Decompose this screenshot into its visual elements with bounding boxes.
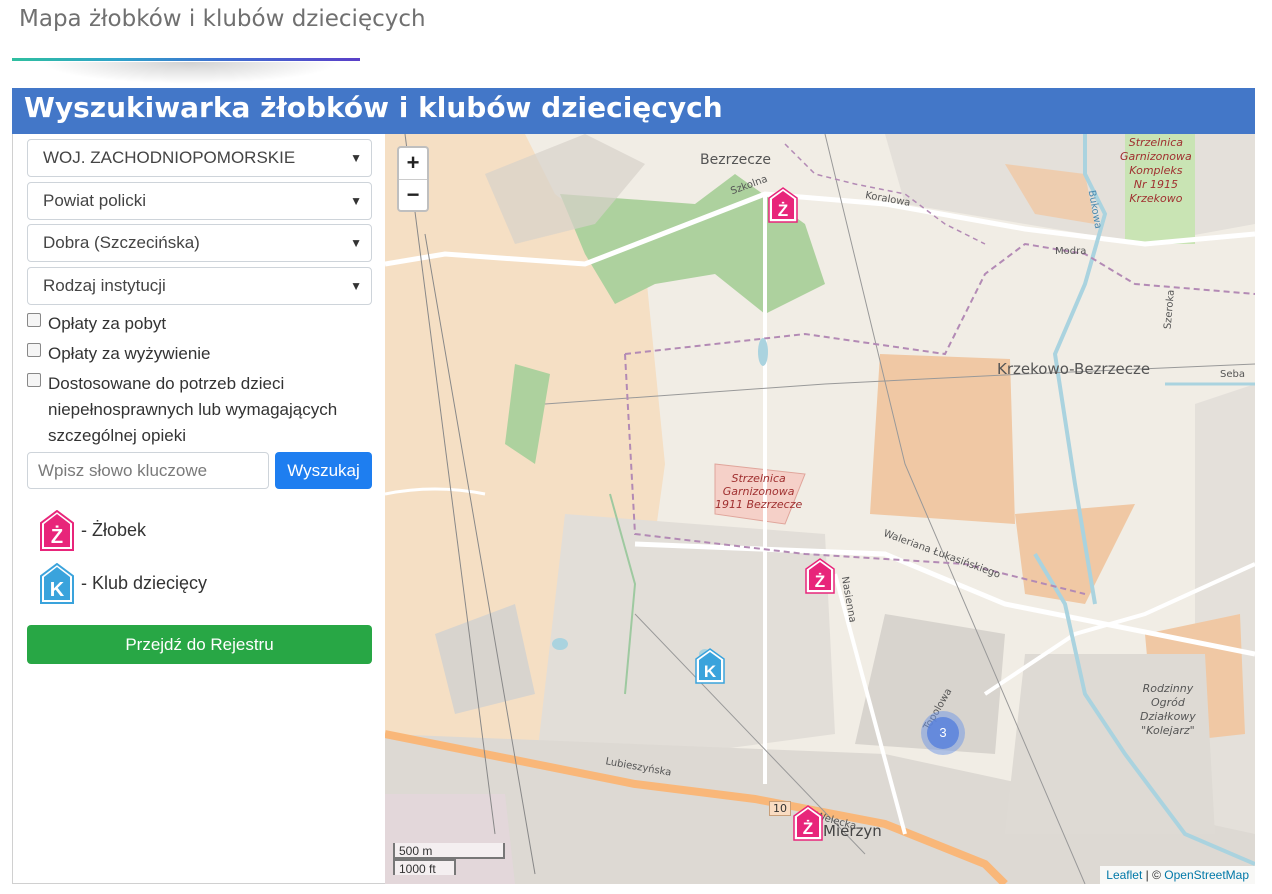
dropdown-arrow-icon: ▼ [350,151,362,165]
disability-label: Dostosowane do potrzeb dzieci niepełnosp… [48,374,338,445]
nursery-map-marker[interactable]: Ż [805,558,835,594]
search-button[interactable]: Wyszukaj [275,452,372,489]
county-value: Powiat policki [43,191,146,210]
nursery-marker-icon: Ż [768,187,798,223]
municipality-value: Dobra (Szczecińska) [43,233,200,252]
map-label-line: Strzelnica [1128,136,1183,149]
map-label-line: Nr 1915 [1133,178,1178,191]
zoom-out-button[interactable]: − [399,180,427,211]
search-header: Wyszukiwarka żłobków i klubów dziecięcyc… [12,88,1255,134]
marker-cluster[interactable]: 3 [921,711,965,755]
food-fees-checkbox[interactable] [27,343,41,357]
zoom-in-button[interactable]: + [399,148,427,180]
stay-fees-label: Opłaty za pobyt [48,314,167,333]
map-label-strzelnica-krzekowo: Strzelnica Garnizonowa Kompleks Nr 1915 … [1120,136,1192,206]
marker-letter: Ż [815,572,825,591]
zoom-control: + − [397,146,429,212]
club-legend-label: - Klub dziecięcy [81,573,208,593]
street-label-seba: Seba [1220,369,1245,380]
search-header-title: Wyszukiwarka żłobków i klubów dziecięcyc… [24,91,723,124]
map-label-line: 1911 Bezrzecze [715,498,803,511]
nursery-map-marker[interactable]: Ż [768,187,798,223]
street-label-modra: Modra [1055,246,1087,257]
marker-letter: K [704,662,717,681]
voivodeship-value: WOJ. ZACHODNIOPOMORSKIE [43,148,296,167]
marker-letter: Ż [778,201,788,220]
road-number-badge: 10 [769,801,791,816]
nursery-legend-letter: Ż [51,525,63,548]
map-label-line: Działkowy [1140,710,1196,723]
title-underline [12,58,360,61]
institution-type-select[interactable]: Rodzaj instytucji ▼ [27,267,372,305]
map-label-line: Strzelnica [731,472,786,485]
title-shadow [40,62,340,84]
municipality-select[interactable]: Dobra (Szczecińska) ▼ [27,224,372,262]
map-scale: 500 m 1000 ft [393,843,505,876]
attribution-separator: | © [1142,868,1165,882]
map-label-line: "Kolejarz" [1141,724,1195,737]
nursery-marker-icon: Ż [40,510,74,551]
food-fees-label: Opłaty za wyżywienie [48,344,211,363]
scale-imperial: 1000 ft [393,859,456,876]
map-tiles [385,134,1255,884]
map-label-line: Garnizonowa [1120,150,1192,163]
map-label-ogrod: Rodzinny Ogród Działkowy "Kolejarz" [1140,682,1196,738]
registry-button[interactable]: Przejdź do Rejestru [27,625,372,664]
openstreetmap-link[interactable]: OpenStreetMap [1164,868,1249,882]
nursery-legend-label: - Żłobek [81,520,147,540]
leaflet-link[interactable]: Leaflet [1106,868,1142,882]
nursery-map-marker[interactable]: Ż [793,805,823,841]
scale-metric: 500 m [393,843,505,859]
nursery-marker-icon: Ż [793,805,823,841]
dropdown-arrow-icon: ▼ [350,279,362,293]
filter-sidebar: WOJ. ZACHODNIOPOMORSKIE ▼ Powiat policki… [12,134,385,884]
stay-fees-checkbox[interactable] [27,313,41,327]
club-legend-letter: K [50,579,65,601]
map-label-line: Kompleks [1129,164,1183,177]
map-label-line: Krzekowo [1129,192,1183,205]
voivodeship-select[interactable]: WOJ. ZACHODNIOPOMORSKIE ▼ [27,139,372,177]
dropdown-arrow-icon: ▼ [350,236,362,250]
keyword-search-input[interactable] [27,452,269,489]
club-marker-icon: K [695,648,725,684]
map[interactable]: Bezrzecze Krzekowo-Bezrzecze Mierzyn Str… [385,134,1255,884]
disability-checkbox[interactable] [27,373,41,387]
map-label-line: Ogród [1150,696,1185,709]
map-label-line: Rodzinny [1142,682,1194,695]
nursery-marker-icon: Ż [805,558,835,594]
map-attribution: Leaflet | © OpenStreetMap [1100,866,1255,884]
map-label-bezrzecze: Bezrzecze [700,152,771,168]
institution-type-value: Rodzaj instytucji [43,276,166,295]
page-title: Mapa żłobków i klubów dziecięcych [19,6,426,32]
club-marker-icon: K [40,563,74,604]
map-label-strzelnica-bezrzecze: Strzelnica Garnizonowa 1911 Bezrzecze [715,472,802,511]
dropdown-arrow-icon: ▼ [350,194,362,208]
marker-letter: Ż [803,819,813,838]
club-map-marker[interactable]: K [695,648,725,684]
cluster-count: 3 [927,717,959,749]
county-select[interactable]: Powiat policki ▼ [27,182,372,220]
map-label-line: Garnizonowa [722,485,795,498]
map-label-krzekowo-bezrzecze: Krzekowo-Bezrzecze [997,360,1151,378]
